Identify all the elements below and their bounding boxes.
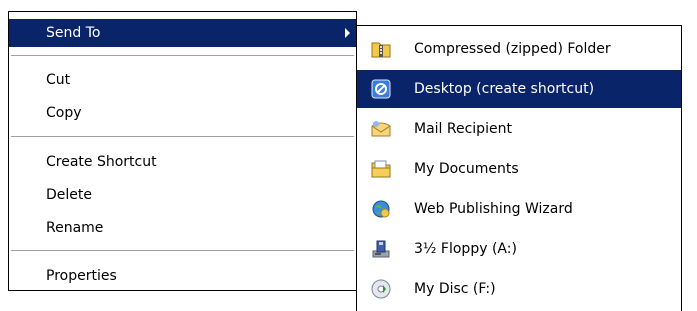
- menu-item-label: Copy: [46, 105, 82, 121]
- submenu-item-label: Web Publishing Wizard: [414, 201, 573, 217]
- menu-item-copy[interactable]: Copy: [9, 99, 356, 127]
- menu-item-label: Create Shortcut: [46, 154, 157, 170]
- submenu-item-label: Desktop (create shortcut): [414, 81, 595, 97]
- submenu-item-label: Mail Recipient: [414, 121, 512, 137]
- menu-item-label: Properties: [46, 268, 117, 284]
- zip-folder-icon: [371, 42, 391, 58]
- documents-folder-icon: [371, 160, 391, 178]
- floppy-drive-icon: [372, 240, 390, 258]
- menu-item-label: Send To: [46, 25, 101, 41]
- disc-drive-icon: [371, 279, 391, 299]
- menu-item-send-to[interactable]: Send To: [9, 19, 356, 47]
- menu-item-delete[interactable]: Delete: [9, 181, 356, 209]
- submenu-item-label: Compressed (zipped) Folder: [414, 41, 611, 57]
- web-publishing-icon: [372, 200, 390, 218]
- menu-item-rename[interactable]: Rename: [9, 214, 356, 242]
- menu-item-label: Cut: [46, 72, 71, 88]
- menu-separator: [11, 136, 354, 137]
- menu-item-label: Rename: [46, 220, 104, 236]
- submenu-item-floppy-drive[interactable]: 3½ Floppy (A:): [357, 230, 681, 268]
- menu-item-properties[interactable]: Properties: [9, 262, 356, 290]
- menu-separator: [11, 250, 354, 251]
- submenu-item-label: 3½ Floppy (A:): [414, 241, 517, 257]
- desktop-icon: [371, 79, 391, 99]
- submenu-item-compressed-folder[interactable]: Compressed (zipped) Folder: [357, 30, 681, 68]
- submenu-item-label: My Disc (F:): [414, 281, 496, 297]
- submenu-item-label: My Documents: [414, 161, 519, 177]
- submenu-item-my-documents[interactable]: My Documents: [357, 150, 681, 188]
- menu-item-cut[interactable]: Cut: [9, 66, 356, 94]
- menu-item-label: Delete: [46, 187, 92, 203]
- submenu-arrow-icon: [345, 28, 350, 38]
- submenu-item-disc-drive[interactable]: My Disc (F:): [357, 270, 681, 308]
- menu-item-create-shortcut[interactable]: Create Shortcut: [9, 148, 356, 176]
- send-to-submenu: Compressed (zipped) Folder Desktop (crea…: [356, 25, 682, 311]
- submenu-item-desktop[interactable]: Desktop (create shortcut): [357, 70, 681, 108]
- submenu-item-mail-recipient[interactable]: Mail Recipient: [357, 110, 681, 148]
- mail-icon: [371, 121, 391, 137]
- menu-separator: [11, 55, 354, 56]
- submenu-item-web-publishing-wizard[interactable]: Web Publishing Wizard: [357, 190, 681, 228]
- context-menu: Send To Cut Copy Create Shortcut Delete …: [8, 11, 357, 291]
